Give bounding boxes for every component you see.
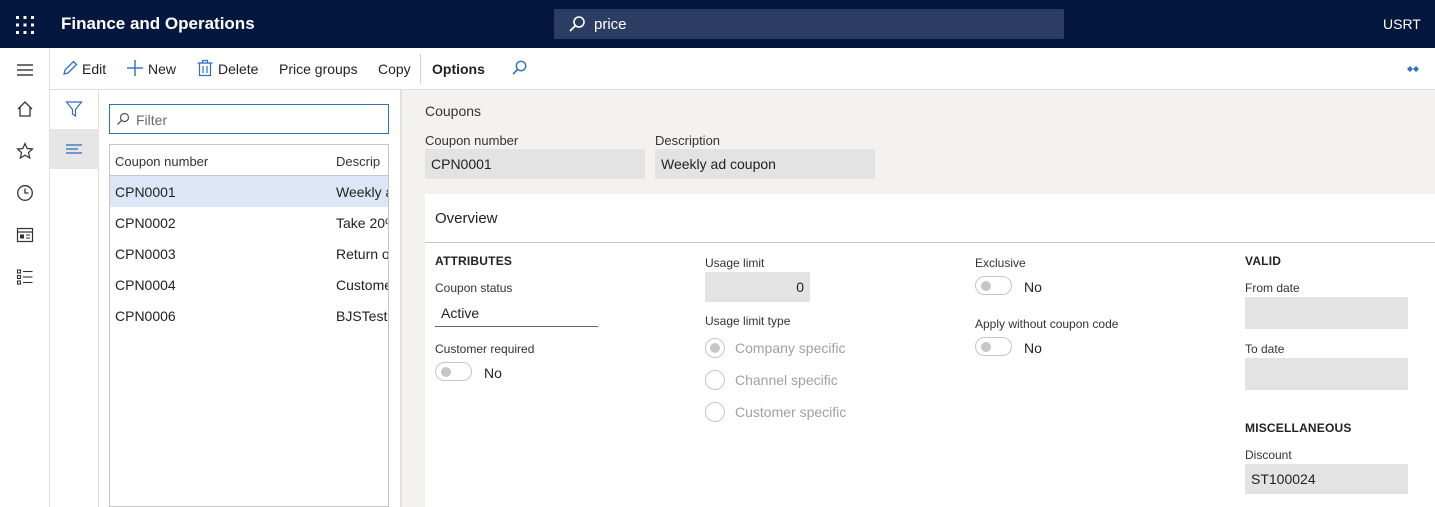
cell-coupon-number: CPN0004 bbox=[115, 277, 176, 293]
new-button[interactable]: New bbox=[148, 61, 176, 77]
coupon-grid: Coupon number Descrip CPN0001 Weekly a C… bbox=[109, 144, 389, 507]
table-row[interactable]: CPN0001 Weekly a bbox=[110, 176, 389, 207]
customer-required-value: No bbox=[484, 365, 502, 381]
usage-limit-field: 0 bbox=[705, 272, 810, 302]
waffle-icon[interactable] bbox=[14, 14, 36, 36]
filter-placeholder: Filter bbox=[136, 112, 168, 128]
coupon-number-field: CPN0001 bbox=[425, 149, 645, 179]
coupon-status-select[interactable]: Active bbox=[435, 299, 598, 327]
menu-icon[interactable] bbox=[16, 61, 34, 79]
radio-label-customer-specific: Customer specific bbox=[735, 404, 847, 420]
valid-header: VALID bbox=[1245, 254, 1282, 268]
overview-divider bbox=[425, 242, 1435, 243]
cell-description: BJSTestC bbox=[336, 308, 388, 324]
search-icon[interactable] bbox=[510, 59, 528, 77]
radio-label-channel-specific: Channel specific bbox=[735, 372, 838, 388]
global-search[interactable]: price bbox=[554, 9, 1064, 39]
radio-company-specific[interactable] bbox=[705, 338, 725, 358]
app-title: Finance and Operations bbox=[61, 14, 255, 33]
exclusive-label: Exclusive bbox=[975, 256, 1026, 270]
search-icon bbox=[117, 112, 130, 125]
table-row[interactable]: CPN0002 Take 20% bbox=[110, 207, 388, 238]
description-label: Description bbox=[655, 133, 721, 148]
page-caption: Coupons bbox=[425, 103, 482, 119]
to-date-field bbox=[1245, 358, 1408, 390]
search-icon bbox=[569, 16, 585, 32]
collapse-icon[interactable] bbox=[1406, 62, 1420, 76]
cell-description: Weekly a bbox=[336, 184, 389, 200]
list-lines-icon bbox=[66, 144, 82, 154]
miscellaneous-header: MISCELLANEOUS bbox=[1245, 421, 1352, 435]
usage-limit-type-label: Usage limit type bbox=[705, 314, 791, 328]
radio-channel-specific[interactable] bbox=[705, 370, 725, 390]
from-date-field bbox=[1245, 297, 1408, 329]
table-row[interactable]: CPN0004 Custome bbox=[110, 269, 389, 300]
star-icon[interactable] bbox=[16, 142, 34, 160]
radio-customer-specific[interactable] bbox=[705, 402, 725, 422]
funnel-icon[interactable] bbox=[65, 100, 83, 118]
coupon-number-label: Coupon number bbox=[425, 133, 519, 148]
details-pane: Coupons Coupon number CPN0001 Descriptio… bbox=[402, 90, 1435, 507]
table-row[interactable]: CPN0006 BJSTestC bbox=[110, 300, 388, 331]
column-header-coupon-number[interactable]: Coupon number bbox=[115, 154, 208, 169]
discount-field: ST100024 bbox=[1245, 464, 1408, 494]
delete-button[interactable]: Delete bbox=[218, 61, 258, 77]
apply-without-code-toggle[interactable] bbox=[975, 337, 1012, 356]
workspace-icon[interactable] bbox=[16, 226, 34, 244]
search-input[interactable]: price bbox=[594, 16, 627, 33]
edit-button[interactable]: Edit bbox=[82, 61, 106, 77]
cell-coupon-number: CPN0003 bbox=[115, 246, 176, 262]
cell-coupon-number: CPN0006 bbox=[115, 308, 176, 324]
list-modules-icon[interactable] bbox=[16, 268, 34, 286]
to-date-label: To date bbox=[1245, 342, 1285, 356]
customer-required-toggle[interactable] bbox=[435, 362, 472, 381]
home-icon[interactable] bbox=[16, 100, 34, 118]
top-bar: Finance and Operations price USRT bbox=[0, 0, 1435, 48]
copy-button[interactable]: Copy bbox=[378, 61, 411, 77]
cell-coupon-number: CPN0002 bbox=[115, 215, 176, 231]
cell-description: Take 20% bbox=[336, 215, 388, 231]
list-view-button[interactable] bbox=[50, 129, 99, 169]
filter-input[interactable]: Filter bbox=[109, 104, 389, 134]
apply-without-code-value: No bbox=[1024, 340, 1042, 356]
delete-icon bbox=[197, 59, 213, 77]
coupon-status-label: Coupon status bbox=[435, 281, 513, 295]
price-groups-button[interactable]: Price groups bbox=[279, 61, 358, 77]
filter-strip bbox=[50, 90, 99, 507]
description-field: Weekly ad coupon bbox=[655, 149, 875, 179]
cell-description: Custome bbox=[336, 277, 389, 293]
radio-label-company-specific: Company specific bbox=[735, 340, 846, 356]
company-picker[interactable]: USRT bbox=[1383, 16, 1421, 32]
clock-icon[interactable] bbox=[16, 184, 34, 202]
column-header-description[interactable]: Descrip bbox=[336, 154, 380, 169]
usage-limit-label: Usage limit bbox=[705, 256, 765, 270]
add-icon bbox=[127, 60, 143, 76]
action-separator bbox=[420, 54, 421, 84]
attributes-header: ATTRIBUTES bbox=[435, 254, 513, 268]
options-tab[interactable]: Options bbox=[432, 61, 485, 77]
exclusive-toggle[interactable] bbox=[975, 276, 1012, 295]
edit-icon bbox=[63, 60, 78, 75]
apply-without-code-label: Apply without coupon code bbox=[975, 317, 1119, 331]
action-pane: Edit New Delete Price groups Copy Option… bbox=[50, 48, 1435, 90]
discount-label: Discount bbox=[1245, 448, 1292, 462]
from-date-label: From date bbox=[1245, 281, 1300, 295]
cell-coupon-number: CPN0001 bbox=[115, 184, 176, 200]
overview-header[interactable]: Overview bbox=[435, 210, 498, 227]
overview-fasttab: Overview ATTRIBUTES Coupon status Active… bbox=[425, 194, 1435, 507]
customer-required-label: Customer required bbox=[435, 342, 535, 356]
exclusive-value: No bbox=[1024, 279, 1042, 295]
list-pane: Filter Coupon number Descrip CPN0001 Wee… bbox=[50, 90, 400, 507]
table-row[interactable]: CPN0003 Return o bbox=[110, 238, 389, 269]
cell-description: Return o bbox=[336, 246, 389, 262]
left-nav bbox=[0, 48, 50, 507]
